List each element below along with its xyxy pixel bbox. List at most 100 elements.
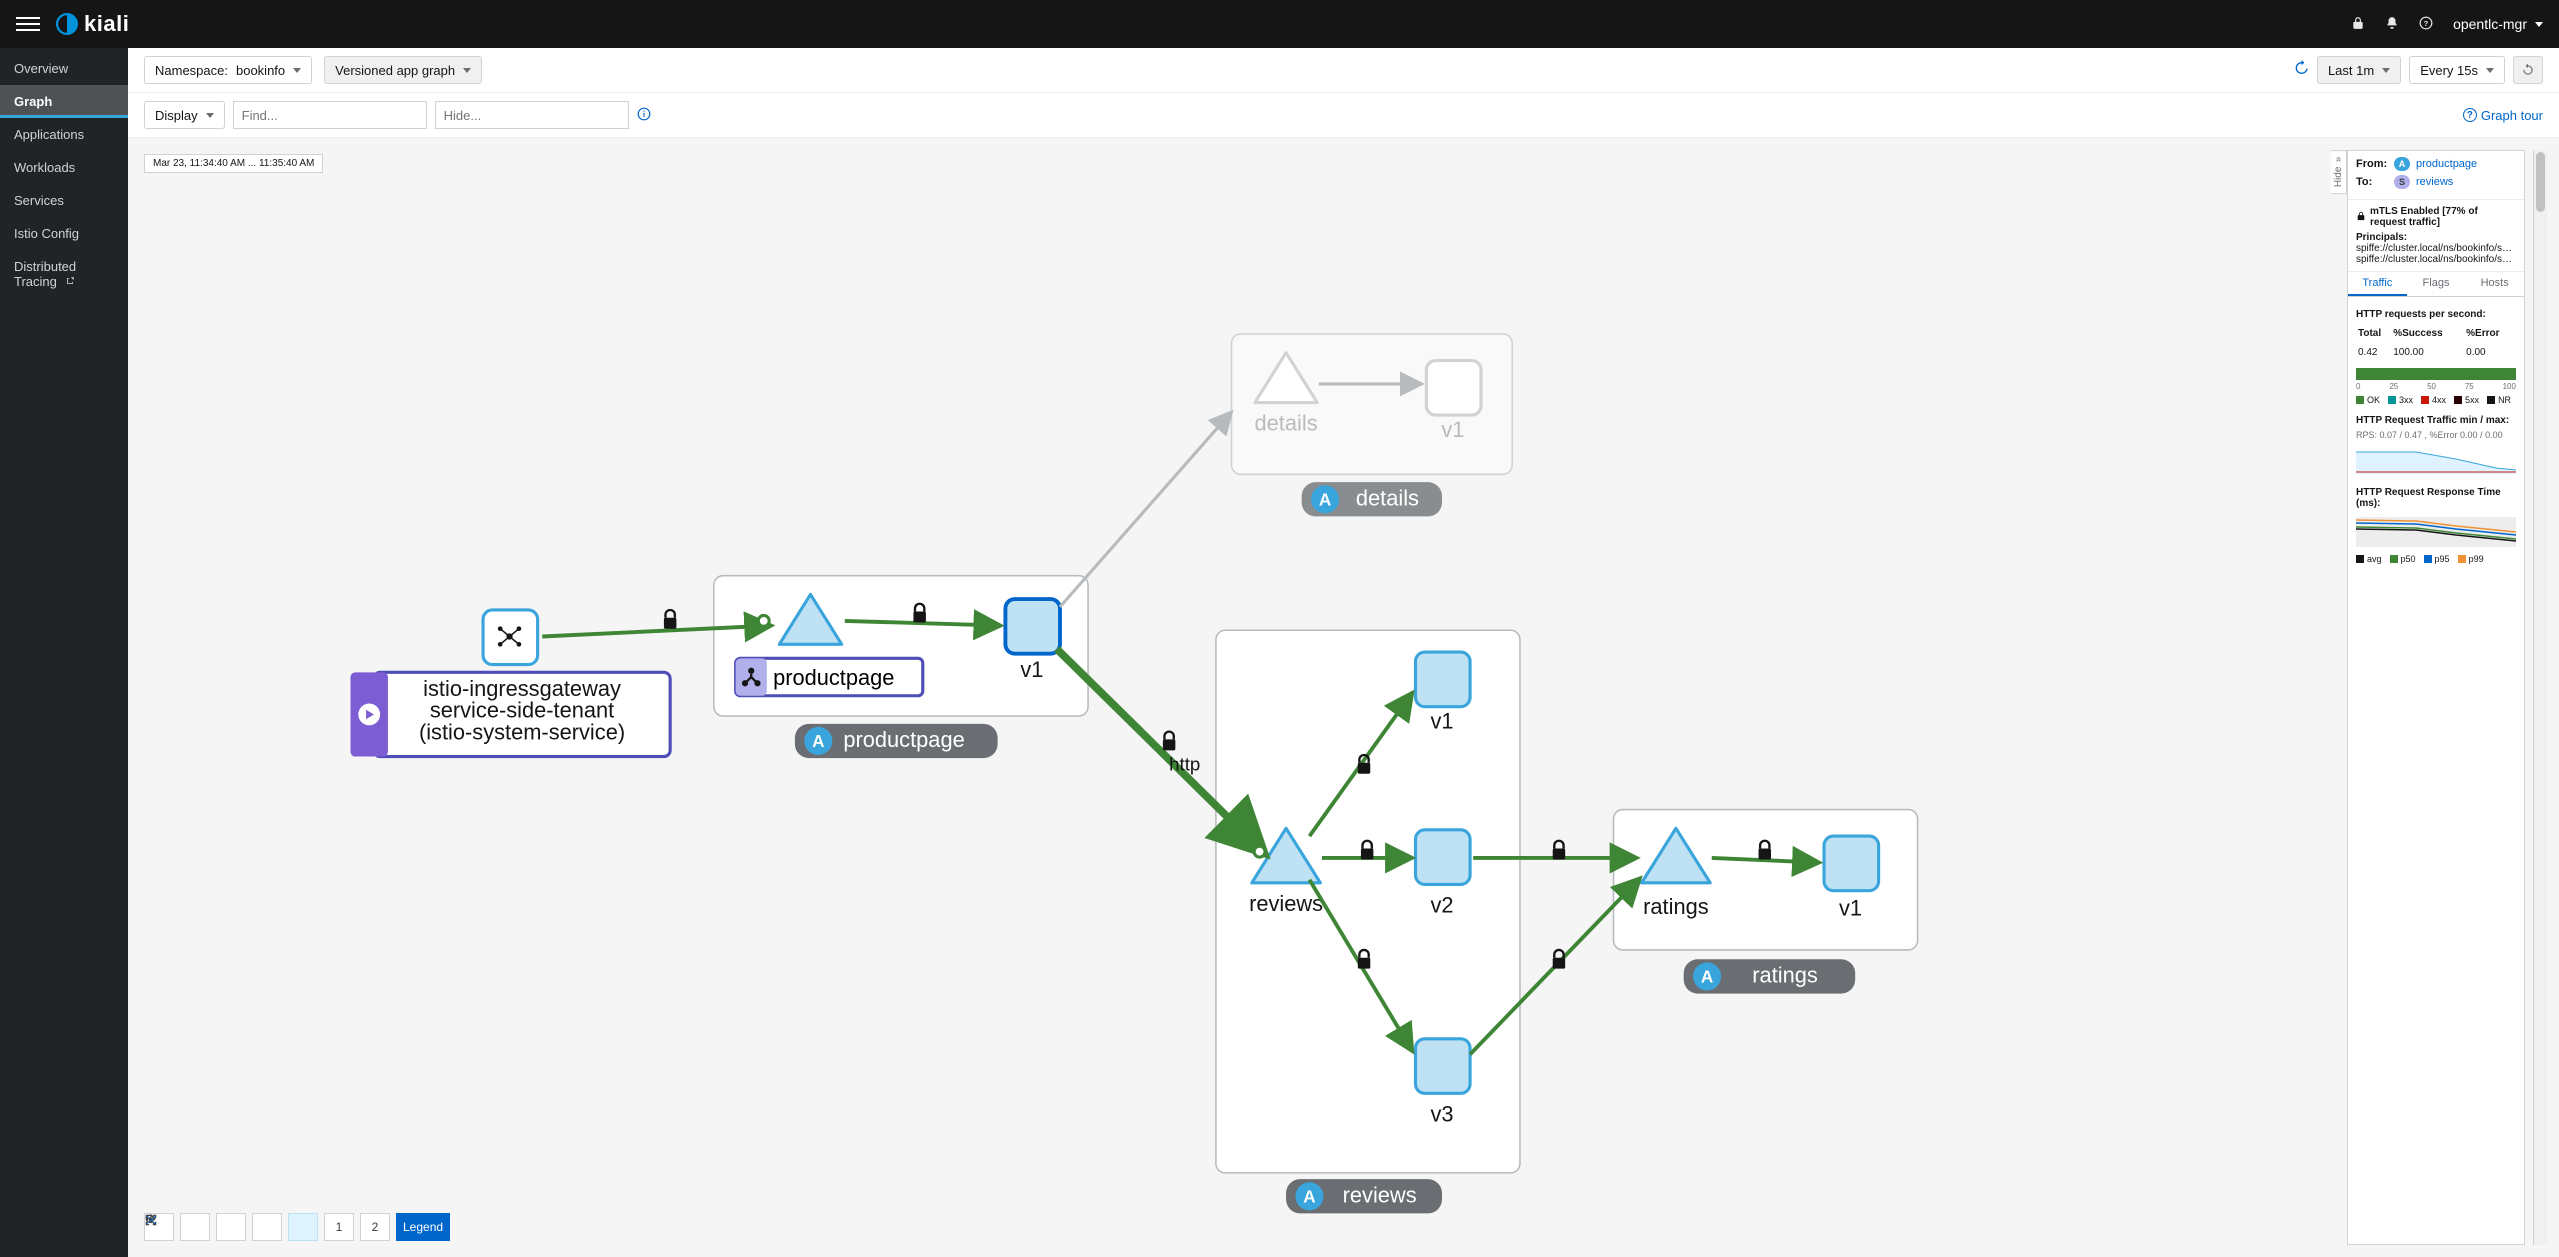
sidepanel-hide-toggle[interactable]: Hide » [2331, 150, 2347, 194]
sidebar-item-applications[interactable]: Applications [0, 118, 128, 151]
legend-button[interactable]: Legend [396, 1213, 450, 1241]
node-reviews-v2[interactable] [1415, 830, 1470, 885]
node-ratings-v1[interactable] [1824, 836, 1879, 891]
layout-1-button[interactable]: 1 [324, 1213, 354, 1241]
graph-toolbar-primary: Namespace: bookinfo Versioned app graph … [128, 48, 2559, 93]
svg-text:details: details [1356, 486, 1419, 511]
badge-app-icon: A [2394, 157, 2410, 171]
svg-text:ratings: ratings [1752, 963, 1818, 988]
graph-tour-link[interactable]: ? Graph tour [2463, 108, 2543, 123]
sidebar: Overview Graph Applications Workloads Se… [0, 48, 128, 1257]
svg-text:v1: v1 [1430, 708, 1453, 733]
external-link-icon [65, 277, 75, 289]
svg-text:(istio-system-service): (istio-system-service) [419, 719, 625, 744]
group-productpage[interactable]: productpage v1 A productpage [714, 576, 1088, 758]
graph-canvas[interactable]: Mar 23, 11:34:40 AM ... 11:35:40 AM [140, 150, 2323, 1245]
to-label: To: [2356, 176, 2388, 188]
nav-toggle-button[interactable] [16, 12, 40, 36]
find-input[interactable] [233, 101, 427, 129]
sidebar-item-overview[interactable]: Overview [0, 52, 128, 85]
from-label: From: [2356, 158, 2388, 170]
sidebar-item-services[interactable]: Services [0, 184, 128, 217]
time-range-dropdown[interactable]: Last 1m [2317, 56, 2401, 84]
user-name: opentlc-mgr [2453, 16, 2527, 32]
question-circle-icon: ? [2463, 108, 2477, 122]
zoom-in-button[interactable] [180, 1213, 210, 1241]
principal-row: spiffe://cluster.local/ns/bookinfo/sa/bo… [2356, 254, 2516, 265]
svg-text:A: A [1701, 967, 1713, 987]
rps-distribution-chart [2356, 368, 2516, 380]
sidebar-item-graph[interactable]: Graph [0, 85, 128, 118]
layout-default-button[interactable] [288, 1213, 318, 1241]
help-icon[interactable]: ? [2419, 16, 2433, 33]
svg-text:v1: v1 [1441, 417, 1464, 442]
main: Namespace: bookinfo Versioned app graph … [128, 48, 2559, 1257]
refresh-interval-dropdown[interactable]: Every 15s [2409, 56, 2505, 84]
group-details[interactable]: details v1 A details [1232, 334, 1513, 516]
to-link[interactable]: reviews [2416, 176, 2453, 188]
rps-title: HTTP requests per second: [2356, 309, 2516, 320]
notifications-bell-icon[interactable] [2385, 16, 2399, 33]
hide-input[interactable] [435, 101, 629, 129]
chevron-down-icon [2486, 68, 2494, 73]
node-reviews-v1[interactable] [1415, 652, 1470, 707]
brand-name: kiali [84, 11, 129, 37]
layout-2-button[interactable]: 2 [360, 1213, 390, 1241]
minmax-chart [2356, 444, 2516, 474]
refresh-button[interactable] [2513, 56, 2543, 84]
node-ingress-gateway-label[interactable]: istio-ingressgateway service-side-tenant… [351, 672, 671, 756]
sidebar-item-istio-config[interactable]: Istio Config [0, 217, 128, 250]
sidebar-item-distributed-tracing[interactable]: Distributed Tracing [0, 250, 128, 298]
chevron-down-icon [206, 113, 214, 118]
group-ratings[interactable]: ratings v1 A ratings [1614, 810, 1918, 994]
tab-traffic[interactable]: Traffic [2348, 272, 2407, 296]
node-reviews-v3[interactable] [1415, 1039, 1470, 1094]
scrollbar-thumb[interactable] [2536, 152, 2545, 212]
fit-button[interactable] [252, 1213, 282, 1241]
svg-text:A: A [1319, 490, 1331, 510]
lock-icon [2356, 211, 2366, 224]
sidepanel-tabs: Traffic Flags Hosts [2348, 272, 2524, 297]
svg-text:ratings: ratings [1643, 894, 1709, 919]
edge-details-panel: From: A productpage To: S reviews [2347, 150, 2525, 1245]
graph-timestamp: Mar 23, 11:34:40 AM ... 11:35:40 AM [144, 154, 323, 173]
from-link[interactable]: productpage [2416, 158, 2477, 170]
principals-label: Principals: [2356, 232, 2407, 243]
svg-text:details: details [1255, 411, 1318, 436]
rps-table: Total %Success %Error 0.42 100.00 0.00 [2356, 324, 2516, 364]
find-hide-help-icon[interactable] [637, 107, 651, 124]
masthead-lock-icon[interactable] [2351, 16, 2365, 33]
node-productpage-v1[interactable] [1005, 599, 1060, 654]
svg-text:A: A [1303, 1187, 1315, 1207]
zoom-out-button[interactable] [216, 1213, 246, 1241]
kiali-logo-icon [56, 13, 78, 35]
badge-service-icon: S [2394, 175, 2410, 189]
principal-row: spiffe://cluster.local/ns/bookinfo/sa/bo… [2356, 243, 2516, 254]
rps-code-legend: OK 3xx 4xx 5xx NR [2356, 395, 2516, 405]
svg-text:A: A [812, 731, 824, 751]
tab-flags[interactable]: Flags [2407, 272, 2466, 296]
rt-legend: avg p50 p95 p99 [2356, 554, 2516, 564]
svg-text:productpage: productpage [773, 665, 894, 690]
namespace-dropdown[interactable]: Namespace: bookinfo [144, 56, 312, 84]
history-icon[interactable] [2293, 60, 2309, 81]
group-reviews[interactable]: reviews v1 v2 v3 A reviews [1216, 630, 1520, 1213]
node-ingress-gateway[interactable] [483, 610, 538, 665]
sidebar-item-workloads[interactable]: Workloads [0, 151, 128, 184]
tab-hosts[interactable]: Hosts [2465, 272, 2524, 296]
minmax-subtitle: RPS: 0.07 / 0.47 , %Error 0.00 / 0.00 [2356, 430, 2516, 440]
topbar: kiali ? opentlc-mgr [0, 0, 2559, 48]
svg-text:reviews: reviews [1249, 891, 1323, 916]
display-dropdown[interactable]: Display [144, 101, 225, 129]
user-menu[interactable]: opentlc-mgr [2453, 16, 2543, 32]
rt-chart [2356, 517, 2516, 547]
svg-text:v1: v1 [1020, 657, 1043, 682]
graph-type-dropdown[interactable]: Versioned app graph [324, 56, 482, 84]
svg-text:productpage: productpage [843, 727, 964, 752]
chevron-down-icon [2382, 68, 2390, 73]
svg-text:http: http [1169, 754, 1200, 775]
minmax-title: HTTP Request Traffic min / max: [2356, 415, 2516, 426]
scrollbar-vertical[interactable] [2533, 150, 2547, 1245]
svg-text:v1: v1 [1839, 896, 1862, 921]
mtls-text: mTLS Enabled [77% of request traffic] [2370, 206, 2516, 228]
